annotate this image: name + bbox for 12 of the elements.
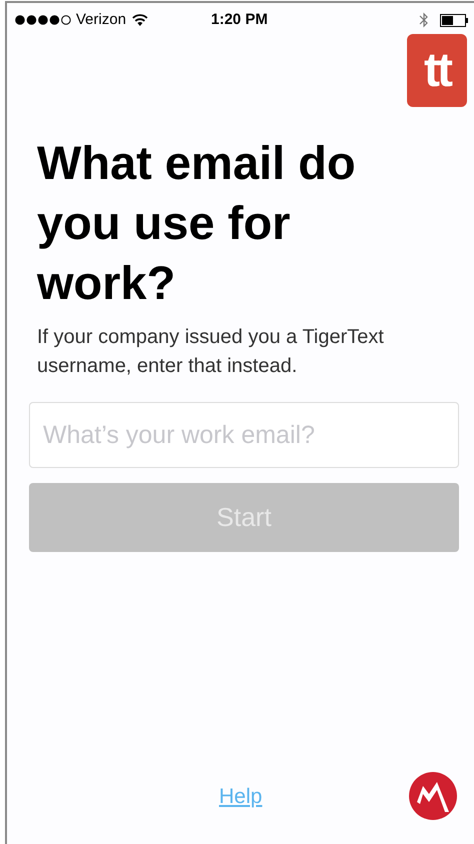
instruction-text: If your company issued you a TigerText username, enter that instead. (37, 325, 385, 379)
bluetooth-icon (419, 12, 429, 28)
clock-time: 1:20 PM (211, 10, 268, 30)
brand-logo-icon (409, 772, 457, 820)
page-heading: What email do you use for work? (37, 135, 357, 311)
help-link[interactable]: Help (219, 781, 262, 812)
battery-icon (440, 14, 470, 26)
carrier-name: Verizon (76, 10, 126, 30)
signal-icon (15, 15, 73, 25)
wifi-icon (132, 14, 148, 26)
app-logo: tt (407, 34, 467, 107)
email-field[interactable]: What’s your work email? (29, 402, 459, 468)
